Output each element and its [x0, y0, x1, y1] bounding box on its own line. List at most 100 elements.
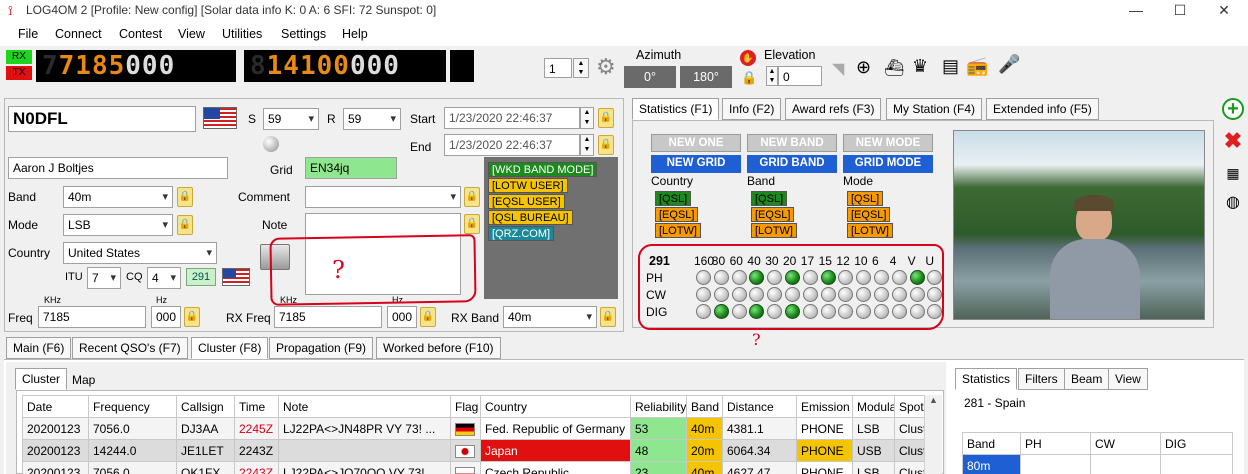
elevation-input[interactable]: 0 — [778, 66, 822, 86]
start-time-spinner[interactable]: ▲ ▼ — [580, 107, 594, 129]
gear-icon[interactable]: ⚙ — [596, 54, 616, 80]
tab-award-refs[interactable]: Award refs (F3) — [785, 98, 882, 120]
end-time-spinner[interactable]: ▲ ▼ — [580, 134, 594, 156]
tab-cluster[interactable]: Cluster (F8) — [191, 337, 269, 359]
freq-lock-icon[interactable]: 🔒 — [184, 307, 200, 327]
tab-right-beam[interactable]: Beam — [1064, 368, 1110, 390]
rxfreq-lock-icon[interactable]: 🔒 — [420, 307, 436, 327]
radio-icon[interactable]: 📻 — [966, 56, 988, 77]
cluster-col-time[interactable]: Time — [234, 395, 279, 418]
menu-help[interactable]: Help — [342, 27, 368, 41]
tab-recent-qsos[interactable]: Recent QSO's (F7) — [72, 337, 188, 359]
start-lock-icon[interactable]: 🔒 — [598, 108, 614, 128]
cluster-col-spot[interactable]: Spot — [894, 395, 924, 418]
cluster-col-emission[interactable]: Emission — [796, 395, 853, 418]
table-row[interactable]: 20200123 7056.0 DJ3AA 2245Z LJ22PA<>JN48PR V… — [22, 417, 924, 440]
radio-number-input[interactable]: 1 — [544, 58, 572, 78]
start-time-input[interactable]: 1/23/2020 22:46:37 — [444, 107, 580, 129]
comment-lock-icon[interactable]: 🔒 — [464, 187, 480, 207]
elevation-spinner[interactable]: ▲ ▼ — [766, 66, 778, 86]
microphone-icon[interactable]: 🎤 — [998, 54, 1020, 75]
delete-icon[interactable]: ✖ — [1222, 130, 1244, 152]
ship-icon[interactable]: ⛴ — [884, 58, 904, 78]
stop-hand-icon[interactable]: ✋ — [740, 50, 756, 66]
rx-indicator[interactable]: RX — [6, 50, 32, 64]
tab-propagation[interactable]: Propagation (F9) — [269, 337, 374, 359]
qrz-com-tag[interactable]: [QRZ.COM] — [488, 226, 555, 241]
server-icon[interactable]: ▤ — [942, 56, 959, 77]
itu-select[interactable]: 7 — [87, 267, 121, 289]
world-icon[interactable]: ◍ — [1222, 192, 1244, 214]
callsign-input[interactable]: N0DFL — [8, 106, 196, 132]
cluster-col-modula[interactable]: Modula — [852, 395, 895, 418]
name-input[interactable]: Aaron J Boltjes — [8, 157, 228, 179]
band-lock-icon[interactable]: 🔒 — [177, 187, 193, 207]
band-label: Band — [8, 190, 37, 204]
cluster-col-band[interactable]: Band — [686, 395, 723, 418]
rst-sent-select[interactable]: 59 — [263, 108, 319, 130]
tab-my-station[interactable]: My Station (F4) — [886, 98, 983, 120]
comment-select[interactable] — [305, 186, 461, 208]
rxfreq-hz-input[interactable]: 000 — [387, 306, 417, 328]
cluster-col-distance[interactable]: Distance — [722, 395, 797, 418]
rxband-lock-icon[interactable]: 🔒 — [600, 307, 616, 327]
tab-extended-info[interactable]: Extended info (F5) — [986, 98, 1099, 120]
table-row[interactable]: 20200123 7056.0 OK1FX 2243Z LJ22PA<>JO70OO V… — [22, 461, 924, 474]
menu-connect[interactable]: Connect — [55, 27, 102, 41]
menu-view[interactable]: View — [178, 27, 205, 41]
tab-statistics[interactable]: Statistics (F1) — [632, 98, 720, 120]
rst-rcvd-select[interactable]: 59 — [343, 108, 401, 130]
band-select[interactable]: 40m — [63, 186, 173, 208]
azimuth-180-button[interactable]: 180° — [680, 66, 732, 88]
tab-right-view[interactable]: View — [1108, 368, 1148, 390]
crown-icon[interactable]: ♛ — [912, 56, 928, 77]
red-question-mark: ? — [332, 256, 345, 284]
menu-file[interactable]: File — [18, 27, 38, 41]
table-row[interactable]: 20200123 14244.0 JE1LET 2243Z Japan 48 20m 6064… — [22, 439, 924, 462]
cluster-col-date[interactable]: Date — [22, 395, 89, 418]
grid-input[interactable]: EN34jq — [305, 157, 397, 179]
rxband-select[interactable]: 40m — [503, 306, 597, 328]
cluster-scrollbar[interactable]: ▲ — [924, 395, 942, 474]
close-button[interactable]: ✕ — [1202, 0, 1246, 22]
minimize-button[interactable]: — — [1114, 0, 1158, 22]
freq-khz-input[interactable]: 7185 — [38, 306, 146, 328]
end-time-input[interactable]: 1/23/2020 22:46:37 — [444, 134, 580, 156]
subtab-map[interactable]: Map — [66, 370, 101, 390]
radio-number-spinner[interactable]: ▲ ▼ — [573, 58, 589, 78]
add-icon[interactable]: + — [1222, 98, 1244, 120]
band-lotw-tag: [LOTW] — [751, 223, 797, 238]
menu-utilities[interactable]: Utilities — [222, 27, 262, 41]
mode-select[interactable]: LSB — [63, 214, 173, 236]
freq-hz-input[interactable]: 000 — [151, 306, 181, 328]
cq-select[interactable]: 4 — [147, 267, 181, 289]
cluster-col-reliability[interactable]: Reliability — [630, 395, 687, 418]
menu-contest[interactable]: Contest — [119, 27, 162, 41]
cluster-col-frequency[interactable]: Frequency — [88, 395, 177, 418]
mode-lock-icon[interactable]: 🔒 — [177, 215, 193, 235]
subtab-cluster[interactable]: Cluster — [15, 368, 68, 390]
signal-icon[interactable]: ◥ — [832, 59, 844, 79]
menu-settings[interactable]: Settings — [281, 27, 326, 41]
azimuth-0-button[interactable]: 0° — [624, 66, 676, 88]
rotor-lock-icon[interactable]: 🔒 — [741, 70, 757, 86]
cluster-col-country[interactable]: Country — [480, 395, 631, 418]
right-row-band[interactable]: 80m — [962, 454, 1021, 474]
tab-info[interactable]: Info (F2) — [722, 98, 782, 120]
tab-right-filters[interactable]: Filters — [1018, 368, 1065, 390]
cluster-col-callsign[interactable]: Callsign — [176, 395, 235, 418]
country-select[interactable]: United States — [63, 242, 217, 264]
cluster-col-flag[interactable]: Flag — [450, 395, 481, 418]
tab-main[interactable]: Main (F6) — [6, 337, 72, 359]
end-lock-icon[interactable]: 🔒 — [598, 135, 614, 155]
maximize-button[interactable]: ☐ — [1158, 0, 1202, 22]
tab-right-statistics[interactable]: Statistics — [955, 368, 1018, 390]
radio-side-icon[interactable]: ▦ — [1222, 162, 1244, 184]
tx-indicator[interactable]: TX — [6, 66, 32, 80]
tab-worked-before[interactable]: Worked before (F10) — [376, 337, 501, 359]
globe-icon[interactable]: ⊕ — [856, 57, 871, 78]
cluster-col-note[interactable]: Note — [278, 395, 451, 418]
rxfreq-khz-input[interactable]: 7185 — [274, 306, 382, 328]
note-lock-icon[interactable]: 🔒 — [464, 214, 480, 234]
mode-eqsl-tag: [EQSL] — [847, 207, 891, 222]
